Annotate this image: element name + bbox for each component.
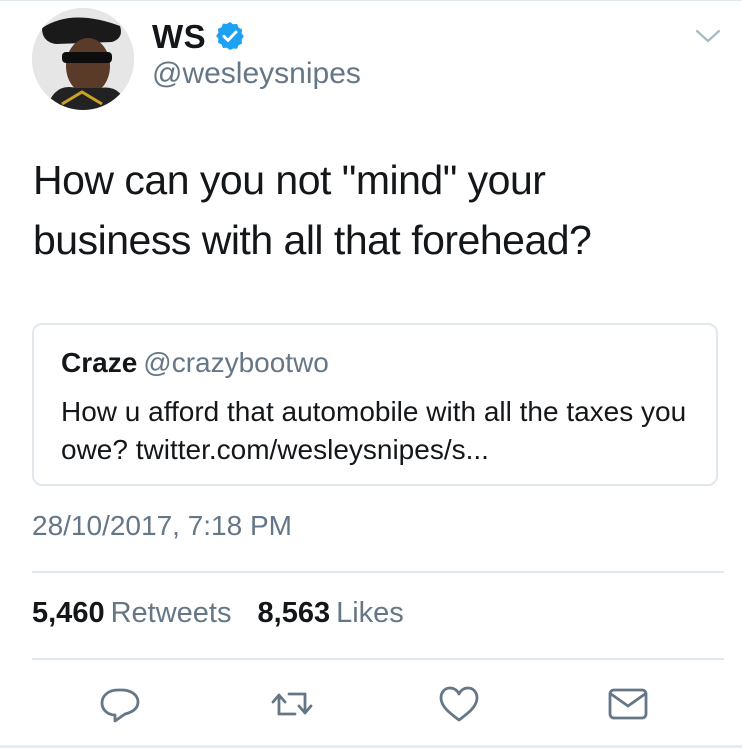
retweets-stat[interactable]: 5,460 Retweets [32,597,231,629]
likes-label: Likes [336,597,404,629]
avatar[interactable] [32,8,134,110]
tweet-stats: 5,460 Retweets 8,563 Likes [32,599,404,628]
tweet-detail: WS @wesleysnipes How can you not "mind" … [0,0,742,748]
likes-stat[interactable]: 8,563 Likes [258,597,404,629]
direct-message-icon [608,688,648,720]
quoted-author-name: Craze [61,347,138,378]
likes-count: 8,563 [257,597,331,629]
like-button[interactable] [437,684,481,724]
divider [32,571,724,573]
divider [32,658,724,660]
author-handle[interactable]: @wesleysnipes [152,59,361,89]
like-icon [439,686,479,722]
author-display-name[interactable]: WS [152,20,206,53]
chevron-down-icon[interactable] [694,26,722,46]
retweets-label: Retweets [110,597,232,629]
retweets-count: 5,460 [32,597,105,629]
author-name-row: WS [152,16,246,56]
retweet-button[interactable] [270,684,314,724]
quoted-tweet-card[interactable]: Craze @crazybootwo How u afford that auto… [32,323,718,486]
retweet-icon [271,692,313,716]
reply-icon [100,688,140,723]
verified-badge-icon [214,20,246,52]
quoted-author-handle: @crazybootwo [143,347,329,378]
tweet-timestamp[interactable]: 28/10/2017, 7:18 PM [32,512,292,540]
top-divider [0,0,742,1]
quoted-tweet-text: How u afford that automobile with all th… [61,396,687,465]
tweet-text: How can you not "mind" your business wit… [33,157,592,263]
avatar-image [32,8,134,110]
reply-button[interactable] [98,684,142,724]
quoted-tweet-header: Craze @crazybootwo [61,349,329,377]
direct-message-button[interactable] [606,684,650,724]
